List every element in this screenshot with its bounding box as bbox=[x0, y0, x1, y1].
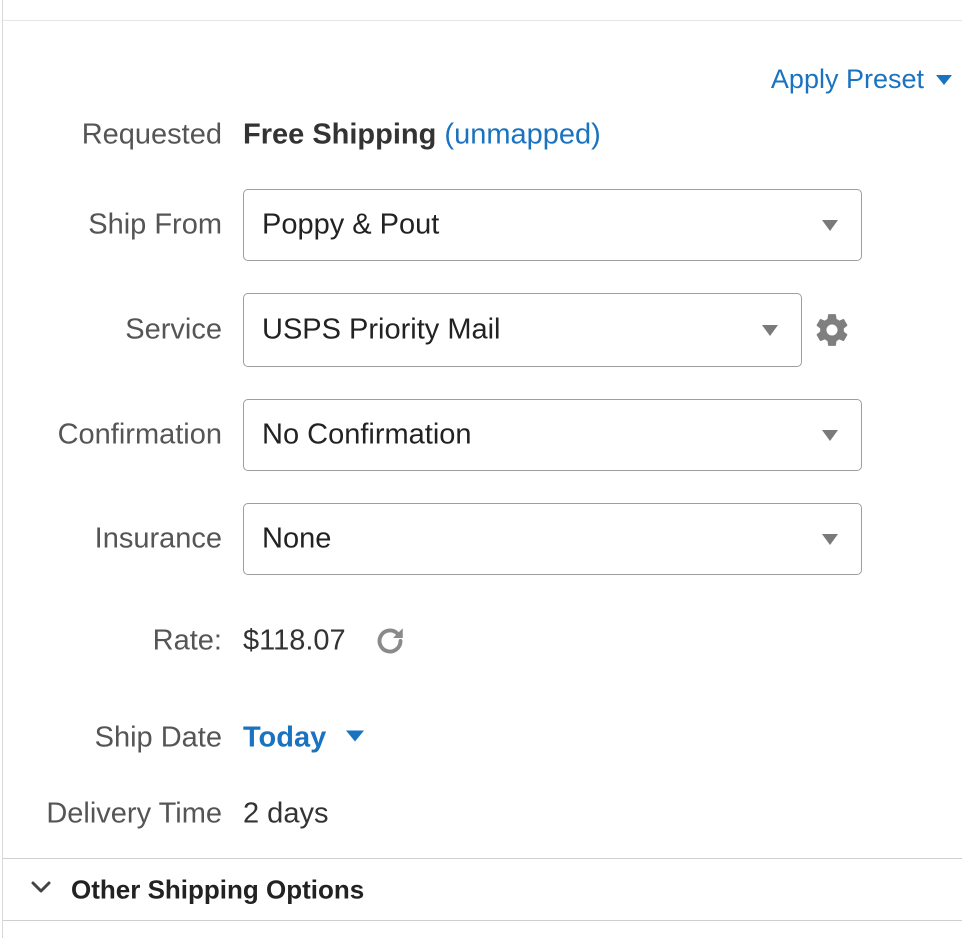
dropdown-caret-icon bbox=[822, 430, 838, 441]
rate-value: $118.07 bbox=[243, 624, 346, 657]
service-label: Service bbox=[125, 313, 222, 346]
confirmation-value: No Confirmation bbox=[262, 418, 472, 451]
rate-label: Rate: bbox=[152, 624, 222, 657]
dropdown-caret-icon bbox=[822, 534, 838, 545]
ship-from-label: Ship From bbox=[88, 208, 222, 241]
chevron-down-icon bbox=[31, 881, 51, 893]
insurance-value: None bbox=[262, 522, 332, 555]
apply-preset-label: Apply Preset bbox=[770, 64, 924, 94]
ship-from-select[interactable]: Poppy & Pout bbox=[243, 189, 862, 261]
shipping-panel: Apply Preset Requested Free Shipping (un… bbox=[2, 0, 962, 938]
dropdown-caret-icon bbox=[762, 325, 778, 336]
ship-from-row: Ship From Poppy & Pout bbox=[3, 189, 962, 261]
other-shipping-options-label: Other Shipping Options bbox=[71, 874, 365, 905]
requested-value-group: Free Shipping (unmapped) bbox=[243, 119, 601, 152]
section-divider bbox=[3, 858, 962, 859]
delivery-time-value: 2 days bbox=[243, 797, 329, 830]
ship-date-label: Ship Date bbox=[94, 721, 222, 754]
ship-date-row: Ship Date Today bbox=[3, 712, 962, 764]
refresh-icon[interactable] bbox=[372, 623, 408, 659]
insurance-select[interactable]: None bbox=[243, 503, 862, 575]
delivery-time-row: Delivery Time 2 days bbox=[3, 788, 962, 840]
rate-row: Rate: $118.07 bbox=[3, 615, 962, 667]
ship-date-dropdown[interactable]: Today bbox=[243, 721, 365, 755]
service-select[interactable]: USPS Priority Mail bbox=[243, 293, 802, 367]
service-value: USPS Priority Mail bbox=[262, 313, 501, 346]
apply-preset-button[interactable]: Apply Preset bbox=[771, 64, 952, 95]
service-row: Service USPS Priority Mail bbox=[3, 293, 962, 367]
ship-date-value: Today bbox=[243, 721, 327, 754]
insurance-row: Insurance None bbox=[3, 503, 962, 575]
other-shipping-options-toggle[interactable]: Other Shipping Options bbox=[3, 860, 962, 920]
insurance-label: Insurance bbox=[94, 522, 222, 555]
requested-service: Free Shipping bbox=[243, 118, 437, 151]
confirmation-label: Confirmation bbox=[57, 418, 222, 451]
gear-icon[interactable] bbox=[813, 311, 851, 349]
caret-down-icon bbox=[346, 730, 365, 742]
requested-label: Requested bbox=[81, 118, 222, 151]
requested-row: Requested Free Shipping (unmapped) bbox=[3, 110, 962, 160]
confirmation-row: Confirmation No Confirmation bbox=[3, 399, 962, 471]
dropdown-caret-icon bbox=[822, 220, 838, 231]
unmapped-link[interactable]: (unmapped) bbox=[444, 119, 600, 151]
bottom-divider bbox=[3, 920, 962, 921]
delivery-time-label: Delivery Time bbox=[46, 797, 222, 830]
caret-down-icon bbox=[936, 74, 952, 85]
top-divider bbox=[3, 20, 962, 21]
confirmation-select[interactable]: No Confirmation bbox=[243, 399, 862, 471]
ship-from-value: Poppy & Pout bbox=[262, 208, 440, 241]
